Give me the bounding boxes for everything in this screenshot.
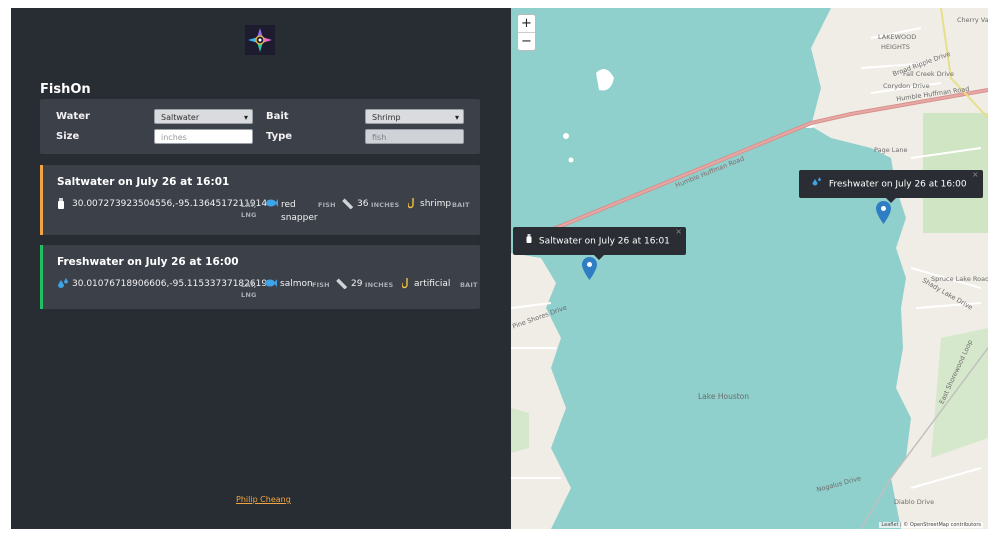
bait-name: shrimp <box>420 199 452 209</box>
map-marker-icon[interactable] <box>876 201 891 224</box>
catch-card[interactable]: Freshwater on July 26 at 16:00 30.010767… <box>40 245 480 309</box>
fish-icon <box>266 198 278 211</box>
catch-coords: 30.007273923504556,-95.1364517211914 <box>72 199 268 209</box>
map-popup-freshwater[interactable]: × Freshwater on July 26 at 16:00 <box>799 170 983 203</box>
bait-select-value: Shrimp <box>372 113 401 122</box>
water-label: Water <box>56 111 90 122</box>
fish-name: red snapper <box>281 200 318 223</box>
bait-unit: BAIT <box>460 281 478 289</box>
map-label-lake: Lake Houston <box>698 392 750 401</box>
water-drops-icon <box>812 170 822 198</box>
fish-unit: FISH <box>312 281 330 289</box>
zoom-out-button[interactable]: − <box>518 33 535 51</box>
app-root: FishOn Water Saltwater ▾ Bait Shrimp ▾ S… <box>11 8 988 529</box>
map-label-street: Fall Creek Drive <box>903 70 955 78</box>
map-label-street: Diablo Drive <box>894 498 935 506</box>
bait-label: Bait <box>266 111 289 122</box>
west-shore-land <box>511 253 571 529</box>
popup-close-button[interactable]: × <box>675 218 682 246</box>
salt-shaker-icon <box>526 227 532 255</box>
map-marker-icon[interactable] <box>582 257 597 280</box>
fish-name: salmon <box>280 279 313 289</box>
island <box>596 69 614 91</box>
map-label-street: Page Lane <box>874 146 908 154</box>
map-label-street: Cherry Valle <box>957 16 988 24</box>
size-input[interactable]: inches <box>154 129 253 144</box>
card-accent-bar <box>40 245 43 309</box>
map-view[interactable]: Lake Houston LAKEWOOD HEIGHTS Broad Ripp… <box>511 8 988 529</box>
catch-details: 30.01076718906606,-95.11533737182619 LAT… <box>57 278 477 302</box>
island <box>568 157 574 163</box>
map-popup-saltwater[interactable]: × Saltwater on July 26 at 16:01 <box>513 227 686 260</box>
type-input[interactable]: fish <box>365 129 464 144</box>
sidebar: FishOn Water Saltwater ▾ Bait Shrimp ▾ S… <box>11 8 511 529</box>
zoom-in-button[interactable]: + <box>518 15 535 33</box>
catch-coords: 30.01076718906606,-95.11533737182619 <box>72 279 268 289</box>
size-label: Size <box>56 131 80 142</box>
catch-card[interactable]: Saltwater on July 26 at 16:01 30.0072739… <box>40 165 480 235</box>
map-label-neighborhood: HEIGHTS <box>881 43 910 51</box>
bait-name: artificial <box>414 279 451 289</box>
fish-size: 36 <box>357 199 369 209</box>
fish-unit: FISH <box>318 201 336 209</box>
map-label-street: Corydon Drive <box>883 82 930 90</box>
map-label-street: Spruce Lake Road <box>931 275 988 283</box>
map-label-neighborhood: LAKEWOOD <box>878 33 917 41</box>
ruler-icon <box>342 198 354 212</box>
water-select[interactable]: Saltwater ▾ <box>154 109 253 124</box>
app-logo <box>245 25 275 55</box>
fish-hook-icon <box>401 277 410 292</box>
chevron-down-icon: ▾ <box>454 113 459 122</box>
bait-select[interactable]: Shrimp ▾ <box>365 109 464 124</box>
catch-title: Freshwater on July 26 at 16:00 <box>57 256 239 268</box>
water-select-value: Saltwater <box>161 113 200 122</box>
popup-text: Saltwater on July 26 at 16:01 <box>538 236 670 247</box>
zoom-control: + − <box>517 14 536 51</box>
fish-size: 29 <box>351 279 363 289</box>
type-label: Type <box>266 131 293 142</box>
salt-shaker-icon <box>57 198 65 212</box>
fish-hook-icon <box>407 197 416 212</box>
bait-unit: BAIT <box>452 201 470 209</box>
compass-logo-icon <box>248 28 272 52</box>
park-area <box>511 408 529 453</box>
size-unit: INCHES <box>371 201 400 209</box>
map-attribution[interactable]: Leaflet | © OpenStreetMap contributors <box>879 522 983 528</box>
catch-title: Saltwater on July 26 at 16:01 <box>57 176 230 188</box>
card-accent-bar <box>40 165 43 235</box>
chevron-down-icon: ▾ <box>243 113 248 122</box>
ruler-icon <box>336 278 348 292</box>
popup-close-button[interactable]: × <box>972 161 979 189</box>
popup-text: Freshwater on July 26 at 16:00 <box>828 179 967 190</box>
island <box>563 133 569 139</box>
coords-unit: LAT, LNG <box>241 201 257 219</box>
catch-details: 30.007273923504556,-95.1364517211914 LAT… <box>57 198 477 228</box>
size-unit: INCHES <box>365 281 394 289</box>
water-drops-icon <box>57 278 69 292</box>
filter-panel: Water Saltwater ▾ Bait Shrimp ▾ Size inc… <box>40 99 480 154</box>
coords-unit: LAT, LNG <box>241 281 257 299</box>
fish-icon <box>265 278 277 291</box>
author-link[interactable]: Philip Cheang <box>236 495 291 504</box>
app-title: FishOn <box>40 82 91 97</box>
